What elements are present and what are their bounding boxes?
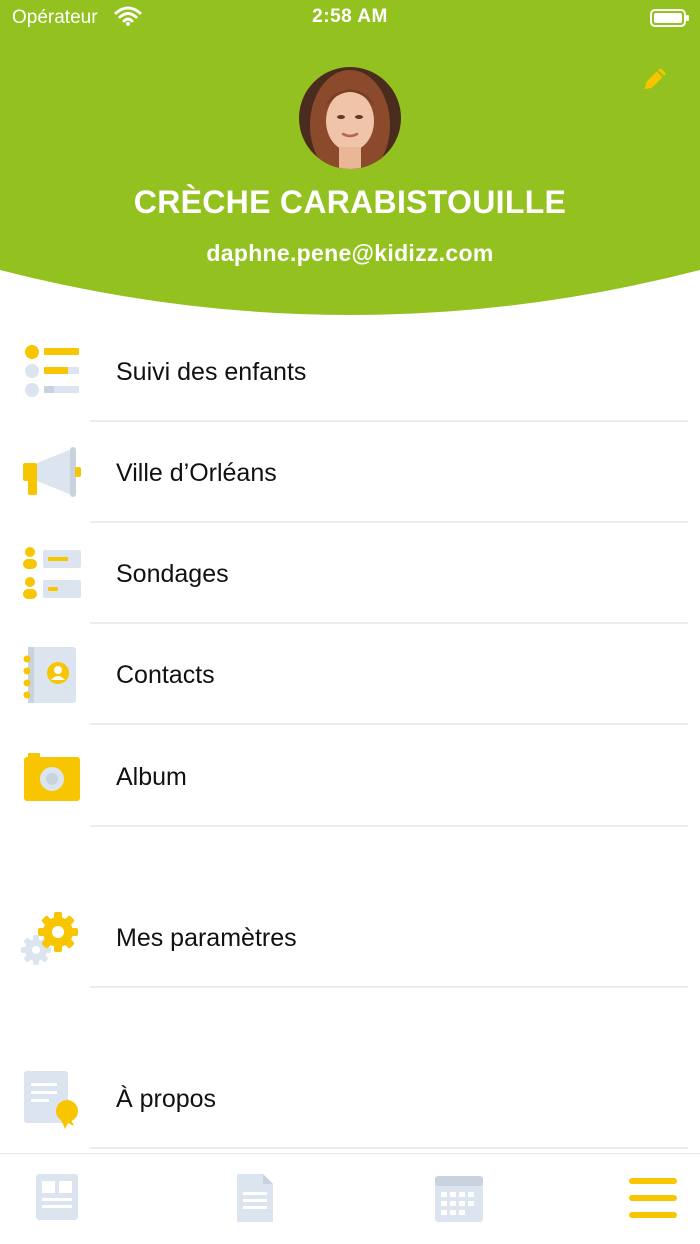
divider bbox=[90, 1147, 688, 1149]
address-book-icon bbox=[23, 647, 76, 703]
certificate-icon bbox=[24, 1071, 78, 1129]
calendar-icon bbox=[435, 1176, 483, 1222]
menu-item-surveys[interactable]: Sondages bbox=[0, 524, 700, 624]
menu-item-city[interactable]: Ville d’Orléans bbox=[0, 423, 700, 523]
battery-icon bbox=[650, 9, 689, 27]
menu-item-label: À propos bbox=[116, 1085, 217, 1113]
clock: 2:58 AM bbox=[312, 6, 388, 27]
divider bbox=[90, 420, 688, 422]
tab-menu[interactable] bbox=[625, 1170, 681, 1226]
divider bbox=[90, 986, 688, 988]
divider bbox=[90, 622, 688, 624]
organization-name: CRÈCHE CARABISTOUILLE bbox=[133, 184, 567, 220]
menu-item-settings[interactable]: Mes paramètres bbox=[0, 888, 700, 988]
child-tracking-icon bbox=[25, 345, 79, 397]
avatar[interactable] bbox=[299, 67, 401, 169]
divider bbox=[90, 825, 688, 827]
camera-icon bbox=[24, 753, 80, 801]
divider bbox=[90, 521, 688, 523]
menu-item-label: Suivi des enfants bbox=[116, 358, 307, 386]
tab-calendar[interactable] bbox=[431, 1170, 487, 1226]
tab-bar bbox=[0, 1153, 700, 1244]
tab-documents[interactable] bbox=[227, 1170, 283, 1226]
survey-icon bbox=[23, 547, 81, 599]
menu-item-album[interactable]: Album bbox=[0, 727, 700, 827]
profile-header: Opérateur 2:58 AM CRÈCHE CARABISTOUILLE … bbox=[0, 0, 700, 330]
avatar-photo bbox=[299, 67, 401, 169]
menu-item-label: Album bbox=[116, 763, 187, 791]
user-email: daphne.pene@kidizz.com bbox=[206, 240, 494, 266]
menu-item-label: Sondages bbox=[116, 560, 229, 588]
tab-news[interactable] bbox=[30, 1170, 86, 1226]
document-icon bbox=[237, 1174, 273, 1222]
menu-item-label: Ville d’Orléans bbox=[116, 459, 277, 487]
gears-icon bbox=[21, 912, 78, 965]
megaphone-icon bbox=[23, 447, 81, 497]
menu-item-about[interactable]: À propos bbox=[0, 1049, 700, 1149]
menu-item-label: Mes paramètres bbox=[116, 924, 297, 952]
newspaper-icon bbox=[36, 1174, 78, 1220]
divider bbox=[90, 723, 688, 725]
menu-item-child-tracking[interactable]: Suivi des enfants bbox=[0, 322, 700, 422]
status-bar: Opérateur 2:58 AM bbox=[0, 0, 700, 36]
menu-icon bbox=[629, 1178, 677, 1218]
menu-item-contacts[interactable]: Contacts bbox=[0, 625, 700, 725]
edit-profile-button[interactable] bbox=[640, 66, 668, 94]
menu-item-label: Contacts bbox=[116, 661, 215, 689]
pencil-icon bbox=[644, 68, 666, 90]
